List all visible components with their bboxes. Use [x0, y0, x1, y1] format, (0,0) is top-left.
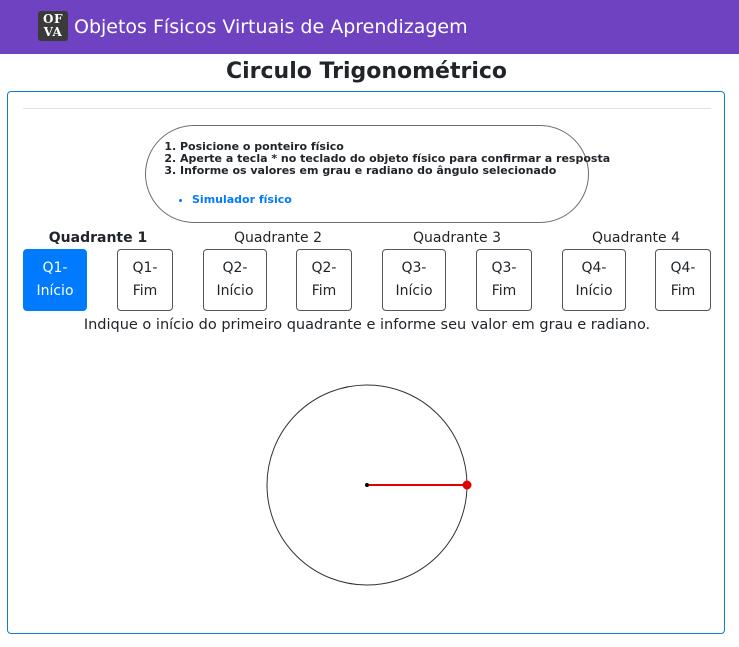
center-dot [365, 483, 369, 487]
brand-title[interactable]: Objetos Físicos Virtuais de Aprendizagem [74, 15, 468, 39]
pointer-handle[interactable] [462, 480, 472, 490]
navbar: OF VA Objetos Físicos Virtuais de Aprend… [0, 0, 739, 54]
ofva-logo[interactable]: OF VA [38, 11, 68, 41]
page-title: Circulo Trigonométrico [225, 59, 508, 84]
logo-line2: VA [43, 25, 63, 39]
trig-circle-canvas[interactable] [8, 92, 724, 633]
main-card: Posicione o ponteiro físico Aperte a tec… [7, 91, 725, 634]
